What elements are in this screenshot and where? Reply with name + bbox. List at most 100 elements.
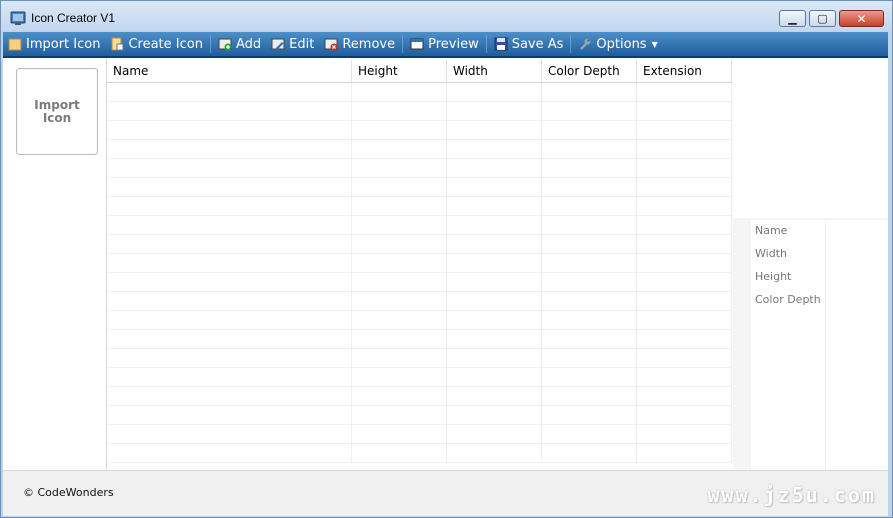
property-label-empty — [751, 381, 826, 403]
table-cell — [107, 349, 352, 368]
property-label-color-depth: Color Depth — [751, 289, 826, 311]
table-cell — [542, 235, 637, 254]
table-cell — [542, 197, 637, 216]
table-row[interactable] — [107, 387, 732, 406]
maximize-button[interactable]: ▢ — [809, 10, 836, 27]
property-value-empty[interactable] — [826, 358, 888, 380]
table-row[interactable] — [107, 273, 732, 292]
import-icon-tile-button[interactable]: Import Icon — [16, 68, 98, 155]
table-row[interactable] — [107, 425, 732, 444]
table-cell — [107, 216, 352, 235]
add-button[interactable]: Add — [213, 33, 266, 55]
property-value-empty[interactable] — [826, 404, 888, 426]
create-icon-button[interactable]: Create Icon — [105, 33, 208, 55]
table-cell — [637, 140, 732, 159]
title-bar[interactable]: Icon Creator V1 ▁ ▢ ✕ — [1, 1, 892, 31]
icon-grid[interactable]: Name Height Width Color Depth Extension — [107, 60, 732, 470]
property-value-empty[interactable] — [826, 312, 888, 334]
table-row[interactable] — [107, 83, 732, 102]
property-row: Name — [751, 220, 888, 243]
property-value-empty[interactable] — [826, 381, 888, 403]
table-row[interactable] — [107, 311, 732, 330]
preview-button[interactable]: Preview — [405, 33, 484, 55]
table-row[interactable] — [107, 292, 732, 311]
table-cell — [447, 140, 542, 159]
preview-window-icon — [410, 38, 424, 50]
import-icon-button[interactable]: Import Icon — [3, 33, 105, 55]
new-file-icon — [111, 37, 124, 51]
table-cell — [447, 311, 542, 330]
table-cell — [637, 292, 732, 311]
table-cell — [637, 311, 732, 330]
table-cell — [447, 102, 542, 121]
table-cell — [352, 425, 447, 444]
table-row[interactable] — [107, 197, 732, 216]
table-cell — [107, 444, 352, 463]
table-cell — [447, 330, 542, 349]
table-cell — [637, 83, 732, 102]
property-value-empty[interactable] — [826, 450, 888, 472]
table-row[interactable] — [107, 216, 732, 235]
edit-button[interactable]: Edit — [266, 33, 319, 55]
column-header-width[interactable]: Width — [447, 60, 542, 82]
edit-image-icon — [271, 38, 285, 50]
property-label-empty — [751, 404, 826, 426]
table-cell — [352, 235, 447, 254]
window-controls: ▁ ▢ ✕ — [776, 10, 884, 27]
table-row[interactable] — [107, 254, 732, 273]
table-cell — [447, 387, 542, 406]
property-value-height[interactable] — [826, 266, 888, 288]
table-row[interactable] — [107, 349, 732, 368]
property-label-empty — [751, 450, 826, 472]
property-value-name[interactable] — [826, 220, 888, 242]
options-button[interactable]: Options ▼ — [573, 33, 662, 55]
table-cell — [447, 292, 542, 311]
property-row: Width — [751, 243, 888, 266]
table-row[interactable] — [107, 406, 732, 425]
table-row[interactable] — [107, 330, 732, 349]
property-row: Color Depth — [751, 289, 888, 312]
property-value-empty[interactable] — [826, 427, 888, 449]
table-cell — [352, 311, 447, 330]
property-value-width[interactable] — [826, 243, 888, 265]
table-row[interactable] — [107, 368, 732, 387]
table-row[interactable] — [107, 178, 732, 197]
remove-button[interactable]: Remove — [319, 33, 400, 55]
table-row[interactable] — [107, 121, 732, 140]
remove-label: Remove — [342, 36, 396, 52]
preview-label: Preview — [428, 36, 479, 52]
close-button[interactable]: ✕ — [839, 10, 884, 27]
table-cell — [542, 140, 637, 159]
properties-panel: Name Width Height Color Depth — [733, 218, 888, 473]
remove-image-icon — [324, 38, 338, 51]
property-value-empty[interactable] — [826, 335, 888, 357]
property-row: Height — [751, 266, 888, 289]
column-header-name[interactable]: Name — [107, 60, 352, 82]
table-cell — [447, 444, 542, 463]
table-cell — [637, 406, 732, 425]
table-row[interactable] — [107, 102, 732, 121]
table-cell — [107, 406, 352, 425]
minimize-button[interactable]: ▁ — [779, 10, 806, 27]
table-row[interactable] — [107, 444, 732, 463]
table-cell — [107, 159, 352, 178]
table-cell — [542, 159, 637, 178]
edit-label: Edit — [289, 36, 315, 52]
table-row[interactable] — [107, 235, 732, 254]
table-cell — [352, 387, 447, 406]
table-cell — [107, 292, 352, 311]
property-row — [751, 312, 888, 335]
table-cell — [352, 121, 447, 140]
table-row[interactable] — [107, 159, 732, 178]
table-cell — [352, 292, 447, 311]
close-icon: ✕ — [856, 11, 867, 26]
column-header-color-depth[interactable]: Color Depth — [542, 60, 637, 82]
table-cell — [637, 102, 732, 121]
property-value-color-depth[interactable] — [826, 289, 888, 311]
save-as-button[interactable]: Save As — [489, 33, 569, 55]
create-icon-label: Create Icon — [128, 36, 203, 52]
column-header-height[interactable]: Height — [352, 60, 447, 82]
column-header-extension[interactable]: Extension — [637, 60, 732, 82]
table-row[interactable] — [107, 140, 732, 159]
table-cell — [352, 140, 447, 159]
